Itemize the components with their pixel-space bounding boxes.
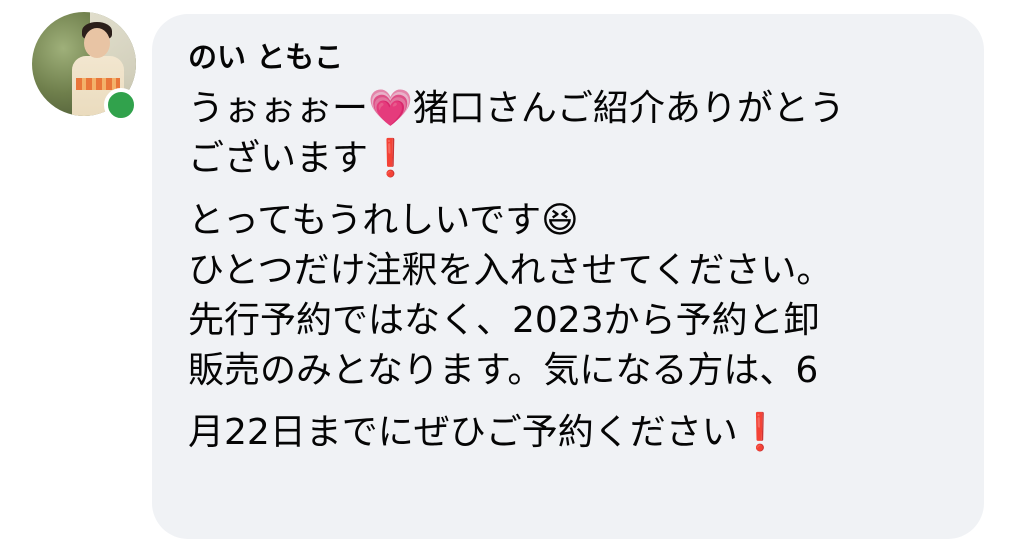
photo-obi <box>76 78 120 90</box>
message-bubble[interactable]: のい ともこ うぉぉぉー💗猪口さんご紹介ありがとう ございます❗️ とってもうれ… <box>152 14 984 539</box>
message-line: うぉぉぉー💗猪口さんご紹介ありがとう <box>188 88 845 129</box>
online-status-icon <box>104 88 138 122</box>
message-line: 販売のみとなります。気になる方は、6 <box>188 350 819 391</box>
message-line: とってもうれしいです😆 <box>188 200 579 241</box>
message-line: ひとつだけ注釈を入れさせてください。 <box>188 250 833 291</box>
message-line: ございます❗️ <box>188 138 413 179</box>
author-avatar[interactable] <box>32 12 138 122</box>
message-line: 先行予約ではなく、2023から予約と卸 <box>188 300 820 341</box>
photo-head <box>84 28 110 58</box>
author-name[interactable]: のい ともこ <box>188 40 948 74</box>
message-text: うぉぉぉー💗猪口さんご紹介ありがとう ございます❗️ とってもうれしいです😆 ひ… <box>188 84 948 458</box>
message-line: 月22日までにぜひご予約ください❗️ <box>188 412 783 453</box>
